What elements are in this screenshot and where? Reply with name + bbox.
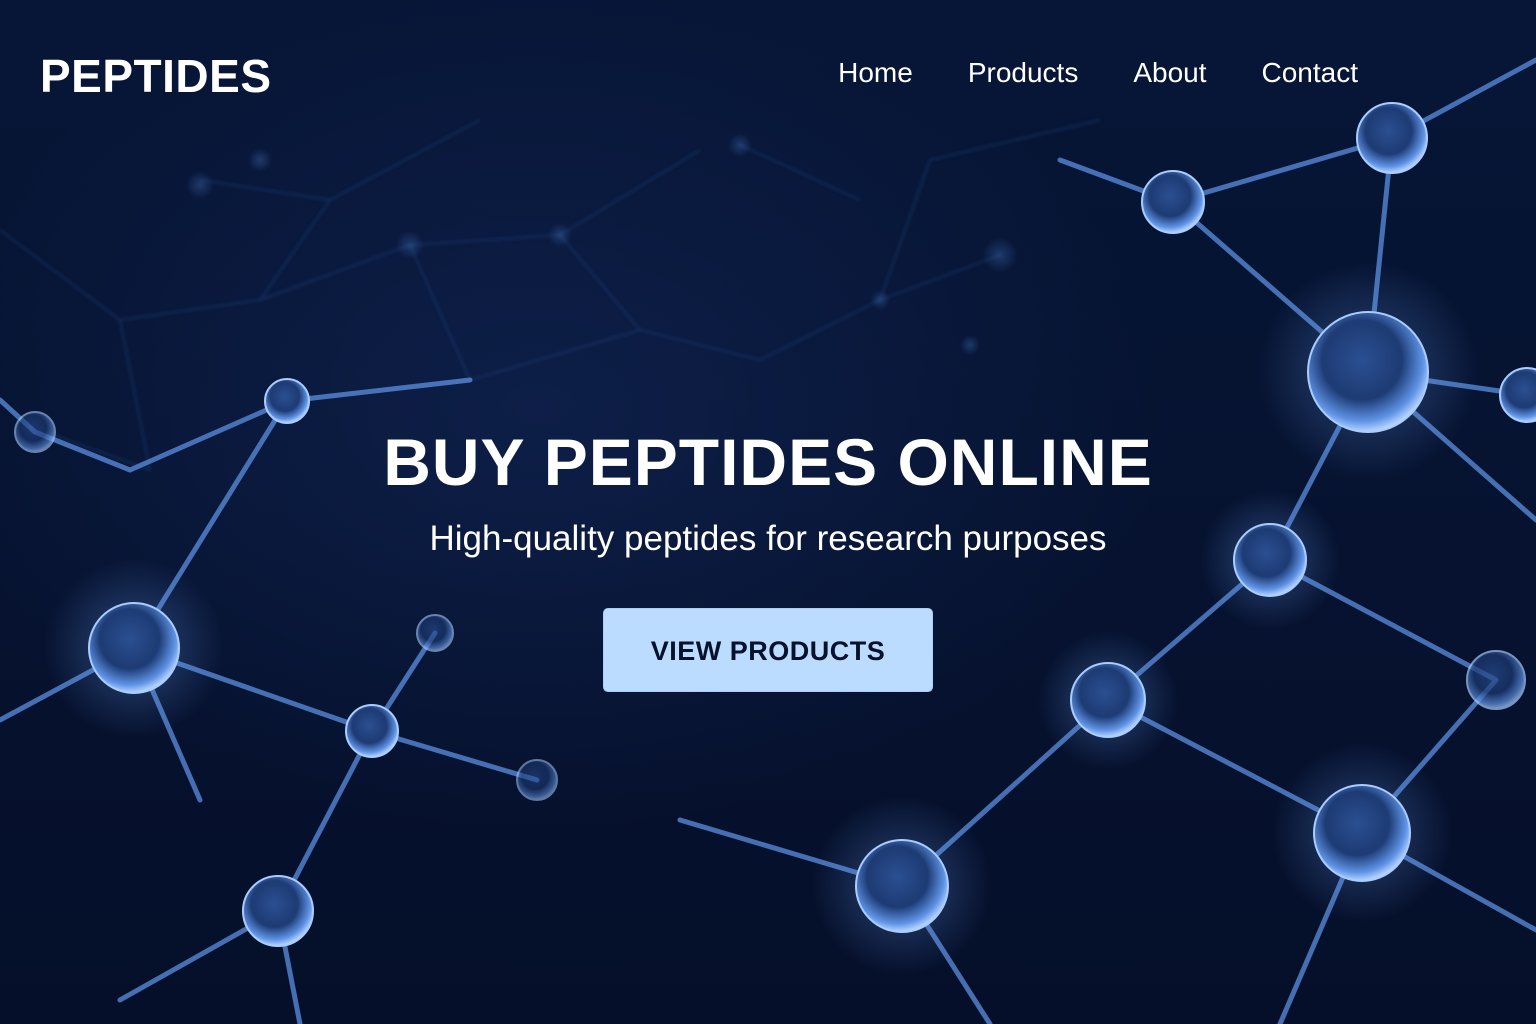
nav-link-products[interactable]: Products: [968, 54, 1079, 92]
nav-item-about: About: [1133, 54, 1206, 92]
nav-link-home[interactable]: Home: [838, 54, 913, 92]
hero-subtitle: High-quality peptides for research purpo…: [429, 519, 1107, 558]
nav-link-about[interactable]: About: [1133, 54, 1206, 92]
nav-item-home: Home: [838, 54, 913, 92]
main-nav: Home Products About Contact: [838, 54, 1358, 92]
hero-title: BUY PEPTIDES ONLINE: [383, 425, 1153, 499]
site-logo[interactable]: PEPTIDES: [40, 50, 272, 102]
hero-section: BUY PEPTIDES ONLINE High-quality peptide…: [0, 418, 1536, 692]
nav-item-contact: Contact: [1262, 54, 1359, 92]
view-products-button[interactable]: VIEW PRODUCTS: [603, 608, 933, 692]
nav-item-products: Products: [968, 54, 1079, 92]
site-header: PEPTIDES Home Products About Contact: [0, 0, 1536, 150]
landing-page: PEPTIDES Home Products About Contact BUY…: [0, 0, 1536, 1024]
nav-link-contact[interactable]: Contact: [1262, 54, 1359, 92]
